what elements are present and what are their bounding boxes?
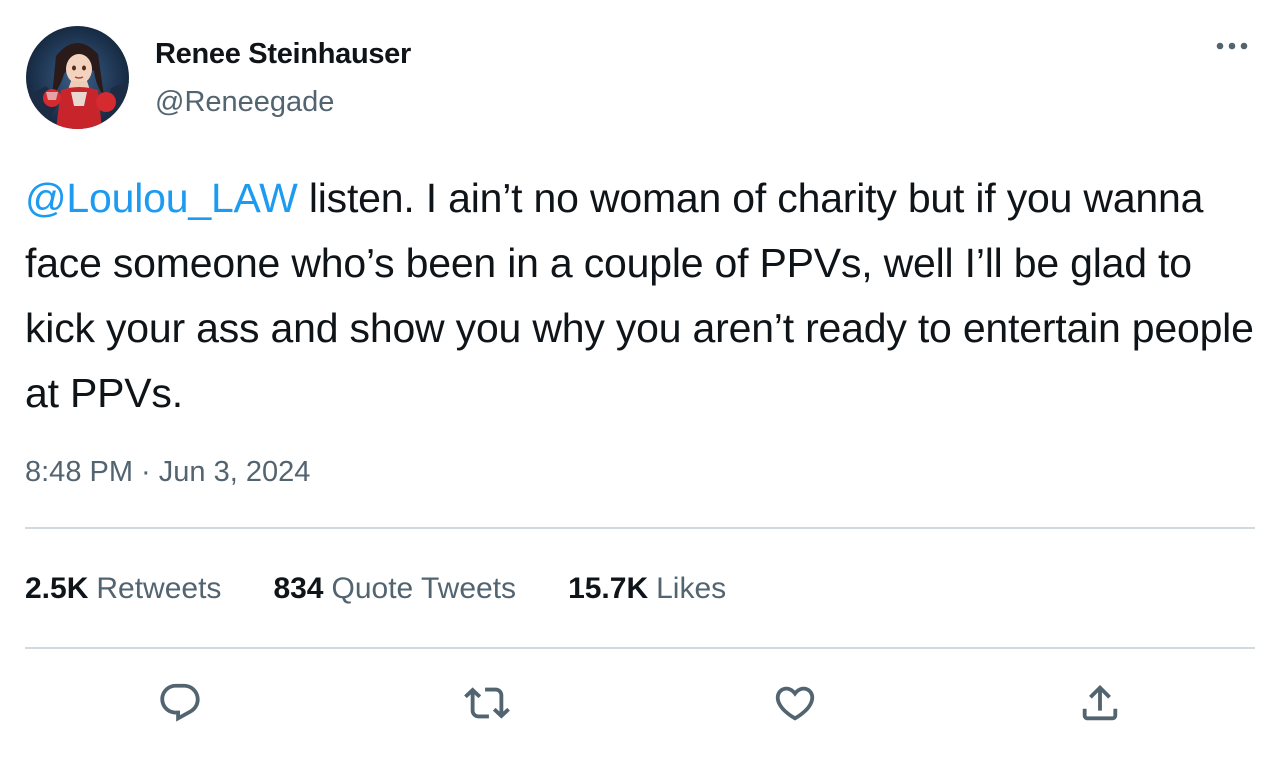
tweet-card: Renee Steinhauser @Reneegade @Loulou_LAW… — [0, 0, 1280, 777]
retweets-label: Retweets — [96, 572, 222, 605]
tweet-timestamp[interactable]: 8:48 PM · Jun 3, 2024 — [25, 456, 310, 489]
likes-count: 15.7K — [568, 572, 649, 605]
retweet-icon — [464, 687, 510, 719]
likes-stat[interactable]: 15.7K Likes — [568, 572, 726, 606]
likes-label: Likes — [656, 572, 727, 605]
retweets-stat[interactable]: 2.5K Retweets — [25, 572, 221, 606]
reply-button[interactable] — [157, 680, 203, 726]
quote-tweets-stat[interactable]: 834 Quote Tweets — [273, 572, 516, 606]
more-options-button[interactable] — [1210, 30, 1254, 66]
retweets-count: 2.5K — [25, 572, 89, 605]
retweet-button[interactable] — [464, 680, 510, 726]
quote-tweets-count: 834 — [273, 572, 324, 605]
engagement-stats: 2.5K Retweets 834 Quote Tweets 15.7K Likes — [25, 572, 778, 612]
avatar-image — [26, 26, 129, 129]
heart-icon — [775, 686, 815, 721]
more-dots-icon — [1216, 42, 1248, 50]
avatar[interactable] — [26, 26, 129, 129]
like-button[interactable] — [772, 680, 818, 726]
share-icon — [1082, 684, 1118, 721]
author-handle[interactable]: @Reneegade — [155, 86, 334, 119]
tweet-text: @Loulou_LAW listen. I ain’t no woman of … — [25, 166, 1260, 426]
divider-top — [25, 527, 1255, 529]
reply-icon — [160, 683, 200, 722]
quote-tweets-label: Quote Tweets — [331, 572, 517, 605]
share-button[interactable] — [1077, 680, 1123, 726]
mention-link[interactable]: @Loulou_LAW — [25, 175, 298, 221]
divider-bottom — [25, 647, 1255, 649]
author-display-name[interactable]: Renee Steinhauser — [155, 38, 411, 71]
